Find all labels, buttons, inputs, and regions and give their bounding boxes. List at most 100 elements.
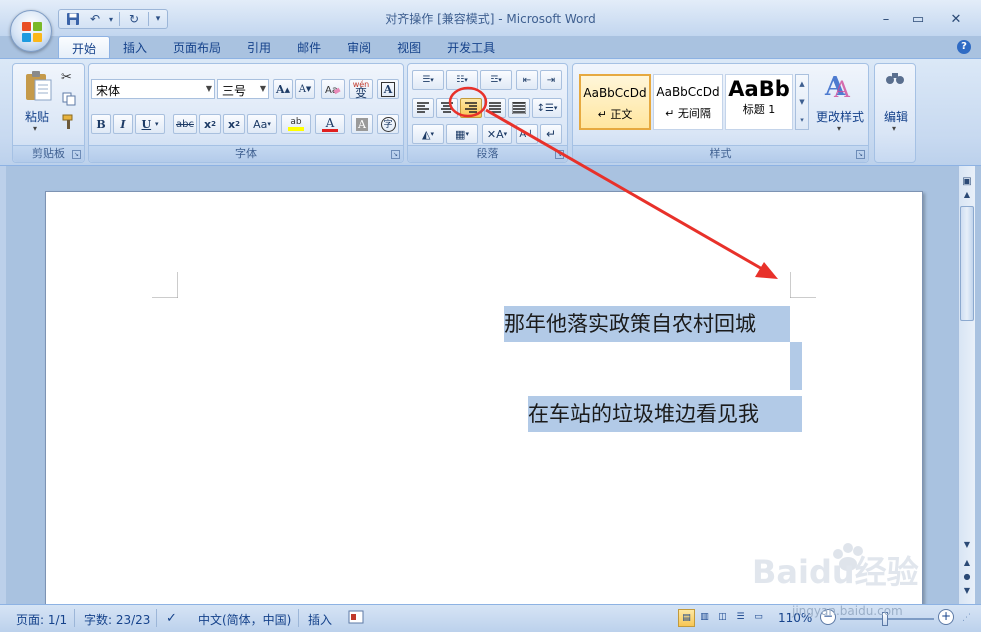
save-icon[interactable] xyxy=(63,11,83,27)
grow-font-button[interactable]: A ▲ xyxy=(273,79,293,99)
undo-dropdown-icon[interactable]: ▾ xyxy=(107,11,115,27)
close-button[interactable]: ✕ xyxy=(944,10,968,28)
character-border-button[interactable]: A xyxy=(377,79,399,99)
text-line-1[interactable]: 那年他落实政策自农村回城 xyxy=(504,306,790,342)
font-color-button[interactable]: A xyxy=(315,114,345,134)
styles-scroll[interactable]: ▲ ▼ ▾ xyxy=(795,74,809,130)
bold-button[interactable]: B xyxy=(91,114,111,134)
copy-icon[interactable] xyxy=(62,92,76,109)
font-size-combo[interactable]: 三号 ▼ xyxy=(217,79,269,99)
phonetic-guide-button[interactable]: wén 变 xyxy=(349,79,373,99)
underline-button[interactable]: U ▾ xyxy=(135,114,165,134)
resize-grip-icon[interactable]: ⋰ xyxy=(962,613,971,623)
chevron-down-icon: ▼ xyxy=(205,84,212,93)
distributed-button[interactable] xyxy=(508,98,530,118)
redo-icon[interactable]: ↻ xyxy=(124,11,144,27)
style-heading-1[interactable]: AaBb 标题 1 xyxy=(725,74,793,130)
insert-mode[interactable]: 插入 xyxy=(308,611,332,628)
strikethrough-button[interactable]: abc xyxy=(173,114,197,134)
tab-page-layout[interactable]: 页面布局 xyxy=(160,36,234,58)
superscript-button[interactable]: x2 xyxy=(223,114,245,134)
maximize-button[interactable]: ▭ xyxy=(906,10,930,28)
font-launcher-icon[interactable]: ↘ xyxy=(391,150,400,159)
draft-view-icon[interactable]: ▭ xyxy=(750,609,767,627)
find-icon[interactable] xyxy=(885,70,905,89)
styles-launcher-icon[interactable]: ↘ xyxy=(856,150,865,159)
change-case-button[interactable]: Aa ▾ xyxy=(247,114,277,134)
language[interactable]: 中文(简体，中国) xyxy=(198,611,291,628)
macro-record-icon[interactable] xyxy=(348,609,364,628)
scroll-up-icon[interactable]: ▲ xyxy=(959,190,975,204)
office-button[interactable] xyxy=(10,10,52,52)
bullets-button[interactable]: ☰ ▾ xyxy=(412,70,444,90)
browse-object-icon[interactable]: ● xyxy=(959,572,975,586)
multilevel-list-button[interactable]: ☲ ▾ xyxy=(480,70,512,90)
baidu-watermark: Baidu经验 xyxy=(752,543,919,591)
qat-separator xyxy=(119,12,120,26)
clipboard-launcher-icon[interactable]: ↘ xyxy=(72,150,81,159)
justify-button[interactable] xyxy=(484,98,506,118)
font-size-value: 三号 xyxy=(222,84,247,98)
clear-formatting-button[interactable]: Aa xyxy=(321,79,345,99)
shading-button[interactable]: ◭ ▾ xyxy=(412,124,444,144)
previous-page-icon[interactable]: ▲ xyxy=(959,558,975,572)
page-count[interactable]: 页面: 1/1 xyxy=(16,611,67,628)
increase-indent-button[interactable]: ⇥ xyxy=(540,70,562,90)
minimize-button[interactable]: – xyxy=(874,10,898,28)
paste-icon xyxy=(26,71,52,101)
full-screen-reading-icon[interactable]: ▥ xyxy=(696,609,713,627)
tab-mailings[interactable]: 邮件 xyxy=(284,36,334,58)
vertical-scrollbar[interactable]: ▣ ▲ ▼ ▲ ● ▼ xyxy=(958,166,975,604)
align-left-button[interactable] xyxy=(412,98,434,118)
outline-view-icon[interactable]: ☰ xyxy=(732,609,749,627)
scroll-thumb[interactable] xyxy=(960,206,974,321)
paragraph-launcher-icon[interactable]: ↘ xyxy=(555,150,564,159)
subscript-button[interactable]: x2 xyxy=(199,114,221,134)
align-right-button[interactable] xyxy=(460,98,482,118)
style-no-spacing[interactable]: AaBbCcDd ↵ 无间隔 xyxy=(653,74,723,130)
numbering-button[interactable]: ☷ ▾ xyxy=(446,70,478,90)
show-marks-button[interactable]: ↵ xyxy=(540,124,562,144)
text-line-2[interactable]: 在车站的垃圾堆边看见我 xyxy=(528,396,802,432)
scroll-down-icon[interactable]: ▼ xyxy=(959,540,975,554)
customize-qat-icon[interactable]: ▾ xyxy=(153,11,163,27)
tab-insert[interactable]: 插入 xyxy=(110,36,160,58)
paste-button[interactable]: 粘贴 ▾ xyxy=(17,68,57,138)
sort-button[interactable]: A↓ xyxy=(516,124,538,144)
enclose-characters-button[interactable]: 字 xyxy=(377,114,399,134)
zoom-slider[interactable] xyxy=(840,612,934,626)
align-center-button[interactable] xyxy=(436,98,458,118)
next-page-icon[interactable]: ▼ xyxy=(959,586,975,600)
tab-references[interactable]: 引用 xyxy=(234,36,284,58)
help-icon[interactable]: ? xyxy=(957,40,971,54)
shrink-font-button[interactable]: A ▼ xyxy=(295,79,315,99)
tab-home[interactable]: 开始 xyxy=(58,36,111,58)
highlight-button[interactable]: ab xyxy=(281,114,311,134)
style-normal[interactable]: AaBbCcDd ↵ 正文 xyxy=(579,74,651,130)
cut-icon[interactable]: ✂ xyxy=(61,70,72,85)
italic-button[interactable]: I xyxy=(113,114,133,134)
chinese-layout-button[interactable]: ✕A ▾ xyxy=(482,124,512,144)
borders-button[interactable]: ▦ ▾ xyxy=(446,124,478,144)
print-layout-view-icon[interactable]: ▤ xyxy=(678,609,695,627)
change-styles-button[interactable]: A A 更改样式 ▾ xyxy=(813,68,867,138)
word-count[interactable]: 字数: 23/23 xyxy=(84,611,150,628)
character-shading-button[interactable]: A xyxy=(351,114,373,134)
font-name-combo[interactable]: 宋体 ▼ xyxy=(91,79,215,99)
line-spacing-button[interactable]: ↕☰ ▾ xyxy=(532,98,562,118)
tab-review[interactable]: 审阅 xyxy=(334,36,384,58)
decrease-indent-button[interactable]: ⇤ xyxy=(516,70,538,90)
undo-icon[interactable]: ↶ xyxy=(85,11,105,27)
tab-view[interactable]: 视图 xyxy=(384,36,434,58)
phonetic-guide-char: 变 xyxy=(354,86,367,100)
proofing-icon[interactable]: ✓ xyxy=(166,611,177,626)
tab-developer[interactable]: 开发工具 xyxy=(434,36,508,58)
status-separator xyxy=(156,609,157,627)
svg-text:A: A xyxy=(833,78,851,100)
ruler-toggle-icon[interactable]: ▣ xyxy=(959,176,975,190)
web-layout-icon[interactable]: ◫ xyxy=(714,609,731,627)
styles-group-label: 样式 xyxy=(573,145,868,162)
zoom-in-icon[interactable]: + xyxy=(938,609,954,625)
editing-label[interactable]: 编辑 xyxy=(875,108,917,125)
format-painter-icon[interactable] xyxy=(61,114,77,133)
